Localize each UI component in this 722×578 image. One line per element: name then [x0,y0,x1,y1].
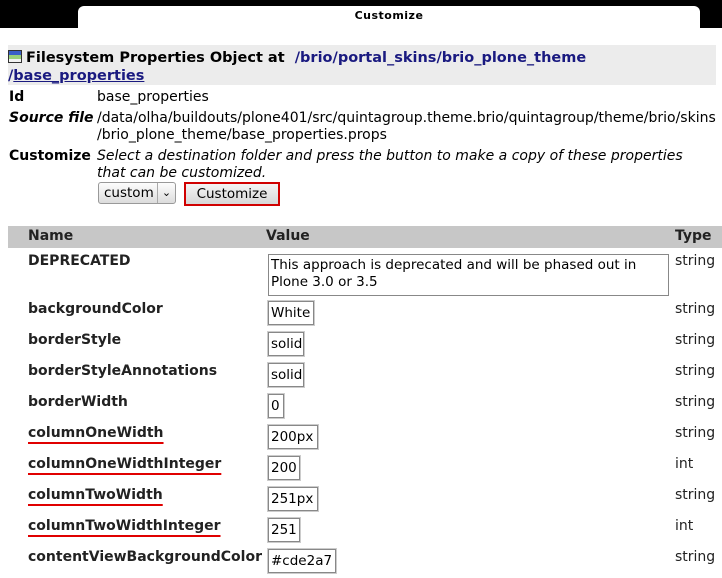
property-type: int [675,456,694,472]
property-value-input[interactable]: White [267,300,315,326]
property-value-input[interactable]: 0 [267,393,285,419]
source-file-line1: /data/olha/buildouts/plone401/src/quinta… [97,110,716,126]
breadcrumb-link-brio[interactable]: brio [300,50,332,66]
property-value-input[interactable]: 200px [267,424,319,450]
heading-prefix: Filesystem Properties Object at [26,50,285,66]
property-type: string [675,425,716,441]
property-value-input[interactable]: solid [267,331,305,357]
property-type: string [675,487,716,503]
property-value-input[interactable]: solid [267,362,305,388]
property-name: contentViewBackgroundColor [28,549,262,565]
column-header-value: Value [266,228,310,244]
source-file-line2: /brio_plone_theme/base_properties.props [97,127,387,143]
property-name: backgroundColor [28,301,163,317]
property-type: string [675,253,716,269]
property-type: string [675,301,716,317]
property-name: columnOneWidth [28,425,164,441]
property-name: borderStyle [28,332,122,348]
properties-table-header: Name Value Type [8,226,722,248]
property-name: columnOneWidthInteger [28,456,222,472]
property-value-textarea[interactable]: This approach is deprecated and will be … [268,254,669,296]
breadcrumb-link-portal-skins[interactable]: portal_skins [338,50,437,66]
property-name: columnTwoWidth [28,487,163,503]
property-type: string [675,549,716,565]
filesystem-properties-icon [8,50,22,63]
column-header-type: Type [675,228,712,244]
id-value: base_properties [97,89,209,105]
property-name: borderStyleAnnotations [28,363,218,379]
customize-button[interactable]: Customize [184,182,280,206]
breadcrumb-link-base-properties[interactable]: base_properties [13,68,144,84]
property-name: DEPRECATED [28,253,131,269]
property-value-input[interactable]: #cde2a7 [267,548,337,574]
property-type: string [675,394,716,410]
customize-description: Select a destination folder and press th… [97,148,683,181]
property-value-input[interactable]: 251 [267,517,301,543]
source-file-label: Source file [9,110,94,126]
property-name: columnTwoWidthInteger [28,518,221,534]
property-type: string [675,332,716,348]
property-value-input[interactable]: 200 [267,455,301,481]
column-header-name: Name [28,228,74,244]
breadcrumb-link-brio-plone-theme[interactable]: brio_plone_theme [442,50,586,66]
tab-customize[interactable]: Customize [78,6,700,28]
property-value-input[interactable]: 251px [267,486,319,512]
top-bar: Customize [0,0,722,28]
id-label: Id [9,89,25,105]
destination-folder-select[interactable]: custom ⌄ [98,182,176,204]
customize-label: Customize [9,148,91,164]
property-name: borderWidth [28,394,128,410]
chevron-down-icon: ⌄ [157,183,175,203]
property-type: int [675,518,694,534]
page-heading: Filesystem Properties Object at /brio/po… [8,45,716,85]
destination-folder-value: custom [104,185,154,201]
property-type: string [675,363,716,379]
